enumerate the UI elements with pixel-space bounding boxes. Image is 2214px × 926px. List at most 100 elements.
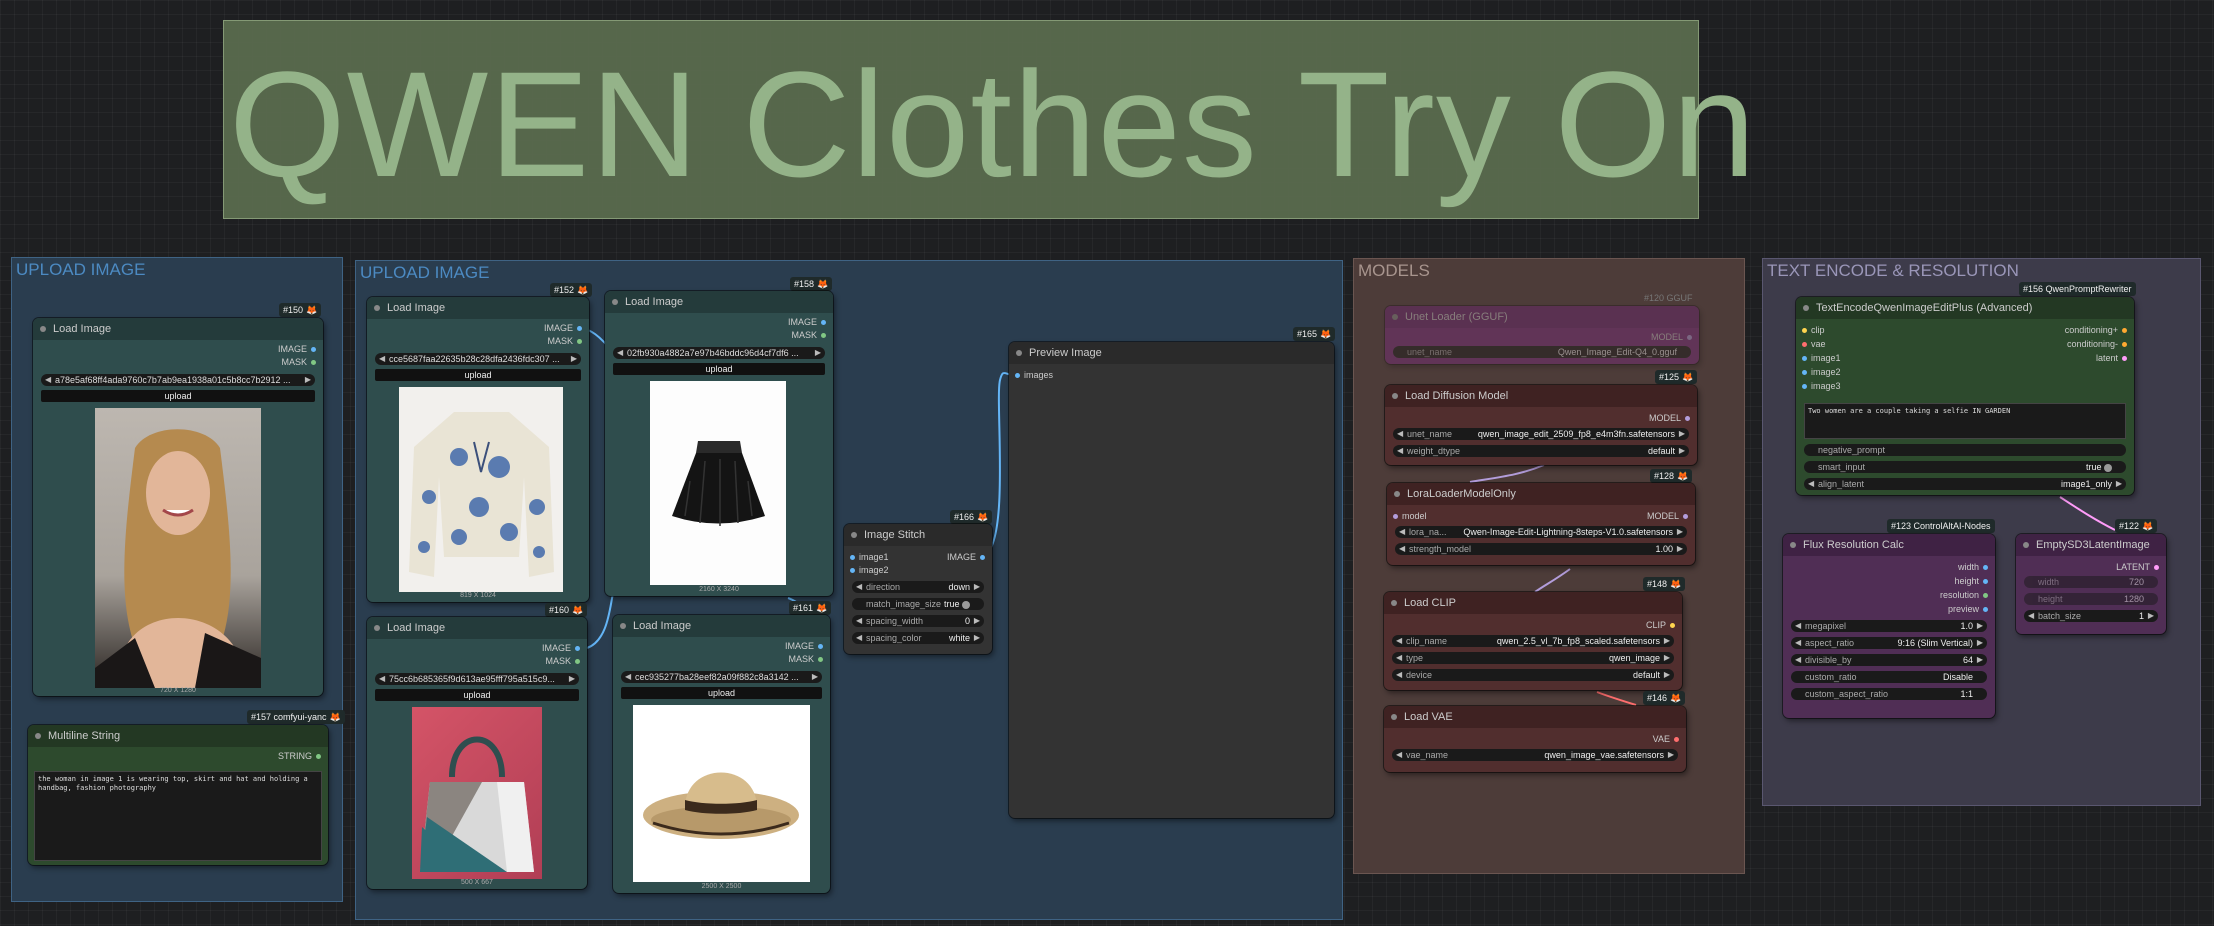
direction-combo[interactable]: ◀ direction down ▶ [852,581,984,593]
input-image2[interactable]: image2 [850,565,889,575]
collapse-dot[interactable] [1803,305,1809,311]
output-model[interactable]: MODEL [1649,413,1690,423]
collapse-dot[interactable] [1391,600,1397,606]
upload-button[interactable]: upload [375,369,581,381]
collapse-dot[interactable] [851,532,857,538]
collapse-dot[interactable] [40,326,46,332]
input-vae[interactable]: vae [1802,339,1826,349]
output-latent[interactable]: latent [2096,353,2127,363]
custom-aspect-ratio-field[interactable]: custom_aspect_ratio 1:1 [1791,688,1987,700]
megapixel-number[interactable]: ◀ megapixel 1.0 ▶ [1791,620,1987,632]
output-mask[interactable]: MASK [281,357,316,367]
spacing-color-combo[interactable]: ◀ spacing_color white ▶ [852,632,984,644]
load-image-node-158[interactable]: Load Image IMAGE MASK ◀ 02fb930a4882a7e97… [605,291,833,596]
collapse-dot[interactable] [1394,491,1400,497]
collapse-dot[interactable] [2023,542,2029,548]
output-image[interactable]: IMAGE [542,643,580,653]
collapse-dot[interactable] [620,623,626,629]
device-combo[interactable]: ◀ device default ▶ [1392,669,1674,681]
batch-size-number[interactable]: ◀ batch_size 1 ▶ [2024,610,2158,622]
image-file-combo[interactable]: ◀ cec935277ba28eef82a09f882c8a3142 ... ▶ [621,671,822,683]
image-file-combo[interactable]: ◀ 02fb930a4882a7e97b46bddc96d4cf7df6 ... ▶ [613,347,825,359]
collapse-dot[interactable] [35,733,41,739]
output-resolution[interactable]: resolution [1940,590,1988,600]
smart-input-toggle[interactable]: smart_input true [1804,461,2126,473]
collapse-dot[interactable] [1790,542,1796,548]
collapse-dot[interactable] [1391,714,1397,720]
output-mask[interactable]: MASK [547,336,582,346]
vae-name-combo[interactable]: ◀ vae_name qwen_image_vae.safetensors ▶ [1392,749,1678,761]
custom-ratio-toggle[interactable]: custom_ratio Disable [1791,671,1987,683]
output-conditioning-positive[interactable]: conditioning+ [2065,325,2127,335]
align-latent-combo[interactable]: ◀ align_latent image1_only ▶ [1804,478,2126,490]
load-image-node-160[interactable]: Load Image IMAGE MASK ◀ 75cc6b685365f9d61… [367,617,587,889]
strength-model-number[interactable]: ◀ strength_model 1.00 ▶ [1395,543,1687,555]
input-image1[interactable]: image1 [1802,353,1841,363]
collapse-dot[interactable] [1392,314,1398,320]
output-latent[interactable]: LATENT [2116,562,2159,572]
aspect-ratio-combo[interactable]: ◀ aspect_ratio 9:16 (Slim Vertical) ▶ [1791,637,1987,649]
output-mask[interactable]: MASK [791,330,826,340]
collapse-dot[interactable] [374,305,380,311]
load-image-node-152[interactable]: Load Image IMAGE MASK ◀ cce5687faa22635b2… [367,297,589,602]
prompt-textarea[interactable]: Two women are a couple taking a selfie I… [1804,403,2126,439]
input-image3[interactable]: image3 [1802,381,1841,391]
unet-name-combo[interactable]: unet_name Qwen_Image_Edit-Q4_0.gguf [1393,346,1691,358]
output-clip[interactable]: CLIP [1646,620,1675,630]
collapse-dot[interactable] [612,299,618,305]
output-string[interactable]: STRING [278,751,321,761]
unet-name-combo[interactable]: ◀ unet_name qwen_image_edit_2509_fp8_e4m3f… [1393,428,1689,440]
text-encode-qwen-node[interactable]: TextEncodeQwenImageEditPlus (Advanced) c… [1796,297,2134,495]
clip-type-combo[interactable]: ◀ type qwen_image ▶ [1392,652,1674,664]
weight-dtype-combo[interactable]: ◀ weight_dtype default ▶ [1393,445,1689,457]
input-images[interactable]: images [1015,370,1053,380]
match-image-size-toggle[interactable]: match_image_size true [852,598,984,610]
load-clip-node[interactable]: Load CLIP CLIP ◀ clip_name qwen_2.5_vl_7b_… [1384,592,1682,690]
preview-image-node[interactable]: Preview Image images [1009,342,1334,818]
upload-button[interactable]: upload [613,363,825,375]
output-width[interactable]: width [1958,562,1988,572]
divisible-by-number[interactable]: ◀ divisible_by 64 ▶ [1791,654,1987,666]
output-vae[interactable]: VAE [1653,734,1679,744]
collapse-dot[interactable] [1016,350,1022,356]
output-image[interactable]: IMAGE [788,317,826,327]
spacing-width-number[interactable]: ◀ spacing_width 0 ▶ [852,615,984,627]
empty-sd3-latent-image-node[interactable]: EmptySD3LatentImage LATENT width 720 heig… [2016,534,2166,634]
output-preview[interactable]: preview [1948,604,1988,614]
input-model[interactable]: model [1393,511,1427,521]
output-model[interactable]: MODEL [1651,332,1692,342]
load-image-node-161[interactable]: Load Image IMAGE MASK ◀ cec935277ba28eef8… [613,615,830,893]
clip-name-combo[interactable]: ◀ clip_name qwen_2.5_vl_7b_fp8_scaled.safe… [1392,635,1674,647]
output-conditioning-negative[interactable]: conditioning- [2067,339,2127,349]
input-image2[interactable]: image2 [1802,367,1841,377]
upload-button[interactable]: upload [41,390,315,402]
output-model[interactable]: MODEL [1647,511,1688,521]
output-mask[interactable]: MASK [788,654,823,664]
lora-loader-node[interactable]: LoraLoaderModelOnly model MODEL ◀ lora_na… [1387,483,1695,565]
negative-prompt-field[interactable]: negative_prompt [1804,444,2126,456]
unet-loader-gguf-node[interactable]: Unet Loader (GGUF) MODEL unet_name Qwen_I… [1385,306,1699,364]
output-mask[interactable]: MASK [545,656,580,666]
output-image[interactable]: IMAGE [785,641,823,651]
image-file-combo[interactable]: ◀ 75cc6b685365f9d613ae95fff795a515c9... ▶ [375,673,579,685]
image-stitch-node[interactable]: Image Stitch image1 image2 IMAGE ◀ direct… [844,524,992,654]
prompt-textarea[interactable]: the woman in image 1 is wearing top, ski… [34,771,322,861]
load-image-node-150[interactable]: Load Image IMAGE MASK ◀ a78e5af68ff4ada97… [33,318,323,696]
image-file-combo[interactable]: ◀ cce5687faa22635b28c28dfa2436fdc307 ... ▶ [375,353,581,365]
width-number[interactable]: width 720 [2024,576,2158,588]
height-number[interactable]: height 1280 [2024,593,2158,605]
lora-name-combo[interactable]: ◀ lora_na... Qwen-Image-Edit-Lightning-8st… [1395,526,1687,538]
output-image[interactable]: IMAGE [278,344,316,354]
collapse-dot[interactable] [374,625,380,631]
load-vae-node[interactable]: Load VAE VAE ◀ vae_name qwen_image_vae.saf… [1384,706,1686,772]
input-clip[interactable]: clip [1802,325,1825,335]
image-file-combo[interactable]: ◀ a78e5af68ff4ada9760c7b7ab9ea1938a01c5b8… [41,374,315,386]
output-height[interactable]: height [1954,576,1988,586]
upload-button[interactable]: upload [375,689,579,701]
output-image[interactable]: IMAGE [947,552,985,562]
multiline-string-node[interactable]: Multiline String STRING the woman in ima… [28,725,328,865]
collapse-dot[interactable] [1392,393,1398,399]
upload-button[interactable]: upload [621,687,822,699]
input-image1[interactable]: image1 [850,552,889,562]
flux-resolution-calc-node[interactable]: Flux Resolution Calc width height resolu… [1783,534,1995,718]
